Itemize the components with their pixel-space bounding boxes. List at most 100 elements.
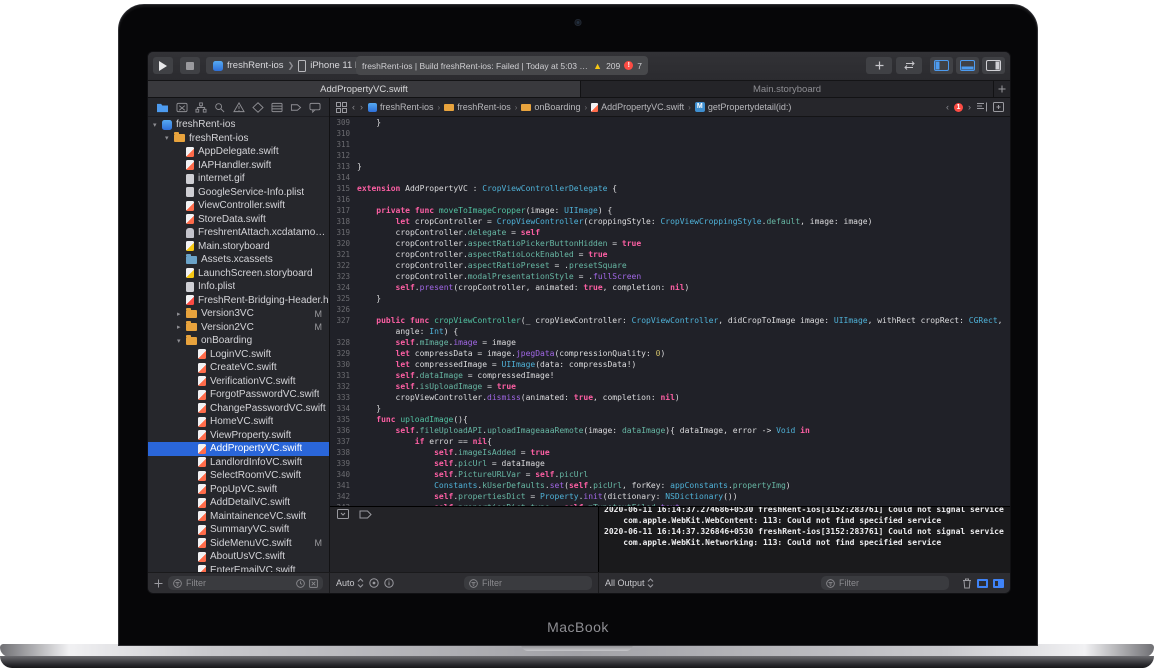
file-row[interactable]: AddDetailVC.swift (148, 496, 329, 510)
code-line[interactable]: 324 self.present(cropController, animate… (330, 282, 1010, 293)
file-row[interactable]: ▾onBoarding (148, 334, 329, 348)
file-row[interactable]: IAPHandler.swift (148, 159, 329, 173)
breadcrumb-item[interactable]: freshRent-ios (444, 102, 511, 112)
disclosure-triangle[interactable]: ▸ (177, 310, 186, 318)
toggle-navigator-button[interactable] (930, 57, 953, 74)
code-line[interactable]: 319 cropController.delegate = self (330, 227, 1010, 238)
file-row[interactable]: GoogleService-Info.plist (148, 186, 329, 200)
code-line[interactable]: 328 self.mImage.image = image (330, 337, 1010, 348)
tab-addpropertyvc-swift[interactable]: AddPropertyVC.swift (148, 81, 581, 97)
code-line[interactable]: 309 } (330, 117, 1010, 128)
code-line[interactable]: 329 let compressData = image.jpegData(co… (330, 348, 1010, 359)
disclosure-triangle[interactable]: ▾ (165, 134, 174, 142)
breakpoints-toggle-icon[interactable] (359, 510, 372, 519)
show-console-toggle[interactable] (993, 579, 1004, 588)
info-icon[interactable] (384, 578, 394, 588)
file-row[interactable]: LoginVC.swift (148, 348, 329, 362)
debug-navigator-icon[interactable] (271, 102, 283, 113)
file-row[interactable]: HomeVC.swift (148, 415, 329, 429)
code-line[interactable]: 332 self.isUploadImage = true (330, 381, 1010, 392)
console-filter-field[interactable]: Filter (821, 576, 949, 590)
error-count[interactable]: 7 (637, 61, 642, 71)
code-line[interactable]: 342 self.propertiesDict = Property.init(… (330, 491, 1010, 502)
file-row[interactable]: AppDelegate.swift (148, 145, 329, 159)
variables-filter-field[interactable]: Filter (464, 576, 592, 590)
test-navigator-icon[interactable] (252, 102, 264, 113)
code-line[interactable]: 321 cropController.aspectRatioLockEnable… (330, 249, 1010, 260)
code-line[interactable]: 341 Constants.kUserDefaults.set(self.pic… (330, 480, 1010, 491)
file-row[interactable]: PopUpVC.swift (148, 483, 329, 497)
previous-issue-button[interactable]: ‹ (946, 102, 949, 112)
code-line[interactable]: 336 self.fileUploadAPI.uploadImageaaaRem… (330, 425, 1010, 436)
file-row[interactable]: ▾freshRent-ios (148, 118, 329, 132)
file-row[interactable]: ViewController.swift (148, 199, 329, 213)
back-button[interactable]: ‹ (352, 102, 355, 112)
file-row[interactable]: LaunchScreen.storyboard (148, 267, 329, 281)
breadcrumb-item[interactable]: onBoarding (521, 102, 580, 112)
file-row[interactable]: EnterEmailVC.swift (148, 564, 329, 573)
file-row[interactable]: Info.plist (148, 280, 329, 294)
console-output[interactable]: 2020-06-11 16:14:37.274686+0530 freshRen… (599, 507, 1010, 572)
file-row[interactable]: AboutUsVC.swift (148, 550, 329, 564)
code-line[interactable]: 322 cropController.aspectRatioPreset = .… (330, 260, 1010, 271)
breakpoint-navigator-icon[interactable] (290, 102, 302, 113)
file-row[interactable]: Assets.xcassets (148, 253, 329, 267)
code-line[interactable]: 316 (330, 194, 1010, 205)
file-row[interactable]: LandlordInfoVC.swift (148, 456, 329, 470)
file-row[interactable]: ▸Version2VCM (148, 321, 329, 335)
toggle-inspector-button[interactable] (982, 57, 1005, 74)
code-line[interactable]: 311 (330, 139, 1010, 150)
breadcrumb-item[interactable]: freshRent-ios (368, 102, 434, 112)
code-line[interactable]: 334 } (330, 403, 1010, 414)
file-row[interactable]: MaintainenceVC.swift (148, 510, 329, 524)
code-line[interactable]: angle: Int) { (330, 326, 1010, 337)
file-row[interactable]: ChangePasswordVC.swift (148, 402, 329, 416)
file-row[interactable]: ViewProperty.swift (148, 429, 329, 443)
file-row[interactable]: StoreData.swift (148, 213, 329, 227)
code-line[interactable]: 339 self.picUrl = dataImage (330, 458, 1010, 469)
file-row[interactable]: SelectRoomVC.swift (148, 469, 329, 483)
report-navigator-icon[interactable] (309, 102, 321, 113)
code-line[interactable]: 330 let compressedImage = UIImage(data: … (330, 359, 1010, 370)
library-button[interactable] (866, 57, 892, 74)
show-variables-view-toggle[interactable] (977, 579, 988, 588)
code-line[interactable]: 335 func uploadImage(){ (330, 414, 1010, 425)
hide-debug-area-icon[interactable] (337, 509, 349, 519)
toggle-debug-area-button[interactable] (956, 57, 979, 74)
file-row[interactable]: ▸Version3VCM (148, 307, 329, 321)
file-row[interactable]: ▾freshRent-ios (148, 132, 329, 146)
minimap-icon[interactable] (976, 102, 988, 112)
file-row[interactable]: VerificationVC.swift (148, 375, 329, 389)
navigator-filter-field[interactable]: Filter (168, 576, 323, 590)
code-line[interactable]: 333 cropViewController.dismiss(animated:… (330, 392, 1010, 403)
file-row[interactable]: AddPropertyVC.swift (148, 442, 329, 456)
error-icon[interactable]: ! (624, 61, 633, 70)
variables-scope-dropdown[interactable]: Auto (336, 578, 364, 588)
file-row[interactable]: SummaryVC.swift (148, 523, 329, 537)
source-editor[interactable]: 309 }310311312313}314315extension AddPro… (330, 117, 1010, 506)
code-line[interactable]: 313} (330, 161, 1010, 172)
code-line[interactable]: 314 (330, 172, 1010, 183)
next-issue-button[interactable]: › (968, 102, 971, 112)
code-line[interactable]: 320 cropController.aspectRatioPickerButt… (330, 238, 1010, 249)
file-row[interactable]: internet.gif (148, 172, 329, 186)
code-line[interactable]: 327 public func cropViewController(_ cro… (330, 315, 1010, 326)
project-navigator-icon[interactable] (156, 102, 169, 113)
file-row[interactable]: FreshrentAttach.xcdatamodeld (148, 226, 329, 240)
file-row[interactable]: FreshRent-Bridging-Header.h (148, 294, 329, 308)
disclosure-triangle[interactable]: ▸ (177, 323, 186, 331)
file-row[interactable]: Main.storyboard (148, 240, 329, 254)
breadcrumb-item[interactable]: AddPropertyVC.swift (591, 102, 684, 112)
breadcrumb-item[interactable]: MgetPropertydetail(id:) (695, 102, 792, 112)
file-row[interactable]: CreateVC.swift (148, 361, 329, 375)
code-line[interactable]: 338 self.imageIsAdded = true (330, 447, 1010, 458)
source-control-status-icon[interactable] (309, 579, 318, 588)
stop-button[interactable] (180, 57, 200, 74)
code-line[interactable]: 310 (330, 128, 1010, 139)
code-line[interactable]: 340 self.PictureURLVar = self.picUrl (330, 469, 1010, 480)
scheme-project[interactable]: freshRent-ios (227, 60, 284, 71)
code-line[interactable]: 325 } (330, 293, 1010, 304)
run-button[interactable] (153, 57, 173, 74)
issue-navigator-icon[interactable] (233, 102, 245, 113)
console-output-dropdown[interactable]: All Output (605, 578, 654, 588)
